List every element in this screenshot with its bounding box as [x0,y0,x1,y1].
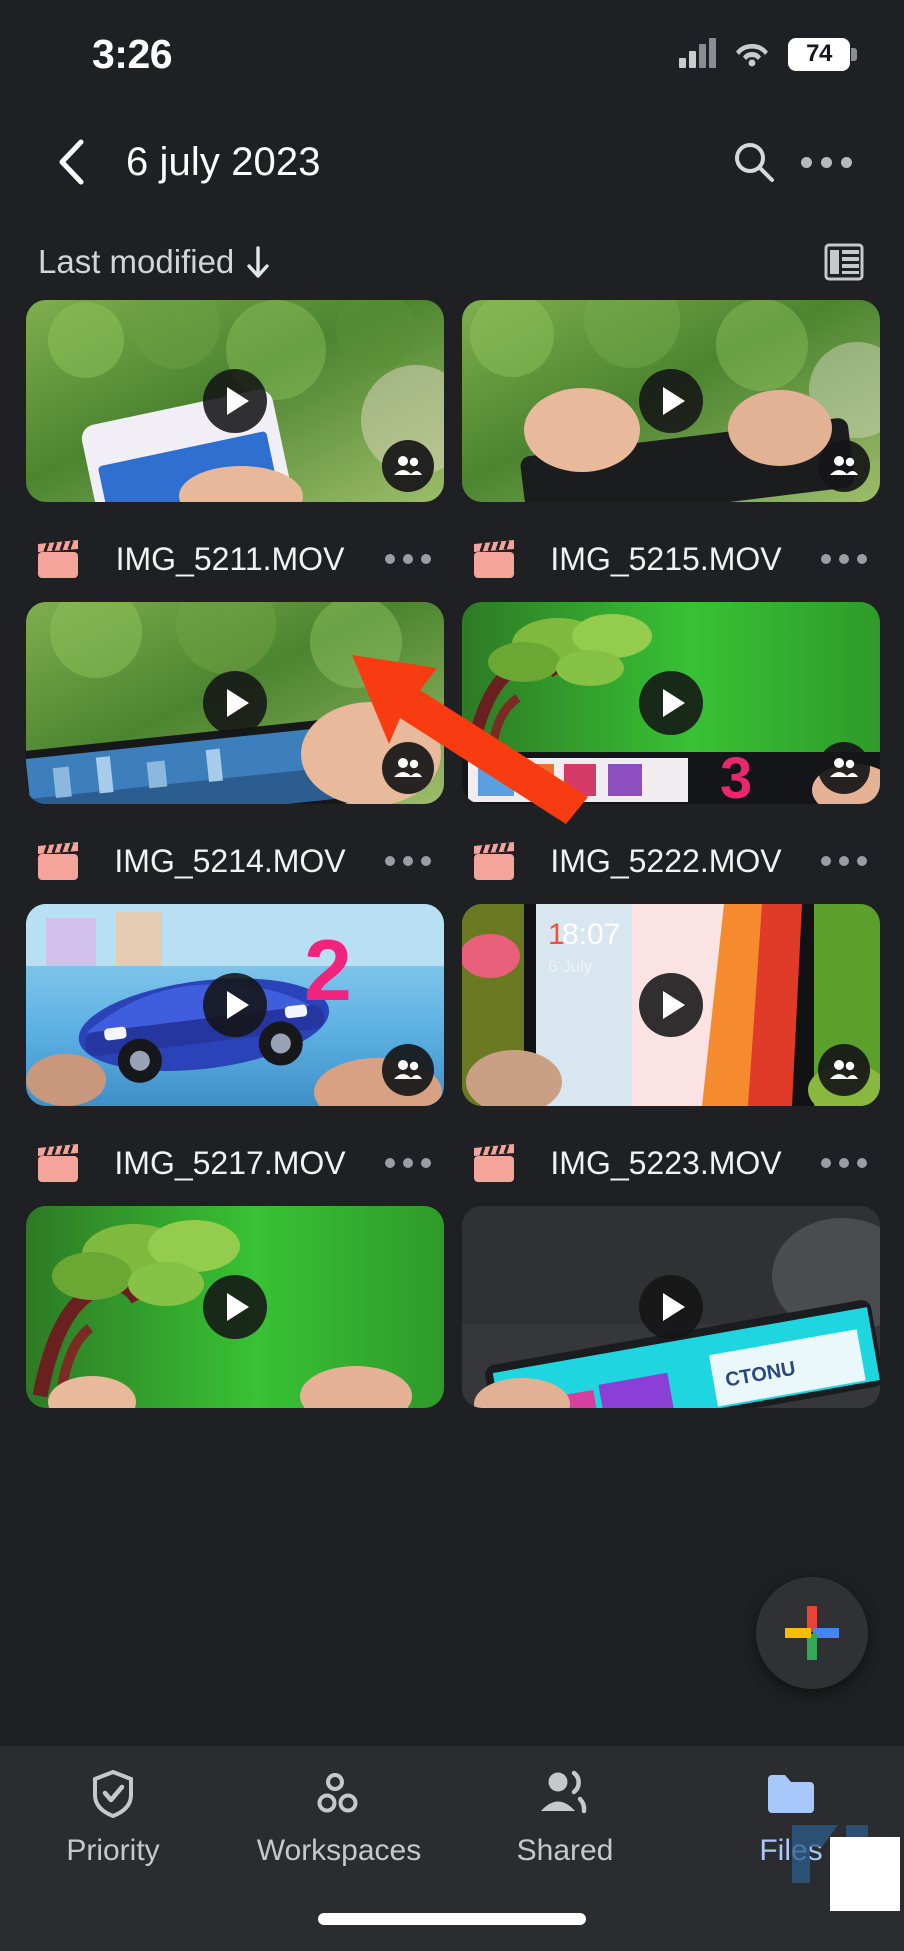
file-name: IMG_5222.MOV [550,842,782,879]
page-title: 6 july 2023 [126,139,321,184]
shared-people-icon [382,440,434,492]
file-card[interactable] [26,1206,444,1408]
status-bar: 3:26 74 [0,0,904,108]
grid-row-partial: CTONU [26,1206,880,1408]
play-icon[interactable] [203,1275,267,1339]
file-meta: IMG_5215.MOV [462,502,880,602]
svg-text:3: 3 [720,746,752,804]
battery-level: 74 [806,40,832,67]
sort-control[interactable]: Last modified [38,243,272,281]
shared-people-icon [818,440,870,492]
nav-item-workspaces[interactable]: Workspaces [226,1768,452,1868]
video-clapperboard-icon [468,840,520,882]
view-toggle-button[interactable] [824,243,864,281]
shared-people-icon [818,1044,870,1096]
video-clapperboard-icon [468,1142,520,1184]
file-card[interactable]: IMG_5214.MOV [26,602,444,904]
file-name: IMG_5214.MOV [114,842,346,879]
back-button[interactable] [40,131,102,193]
shared-people-icon [818,742,870,794]
google-plus-add-icon [785,1606,839,1660]
sort-label: Last modified [38,243,235,280]
file-name: IMG_5215.MOV [550,540,782,577]
search-icon [735,143,774,182]
file-thumbnail[interactable]: 3 [462,602,880,804]
play-icon[interactable] [203,973,267,1037]
file-meta: IMG_5222.MOV [462,804,880,904]
file-overflow-button[interactable] [812,856,876,866]
file-card[interactable]: 3 IMG_5222.MOV [462,602,880,904]
arrow-down-icon [244,245,272,279]
file-card[interactable]: 1 8:07 6 July IMG_5223.MOV [462,904,880,1206]
list-view-icon [824,243,864,281]
status-clock: 3:26 [92,30,173,77]
wifi-icon [735,41,769,67]
file-name: IMG_5223.MOV [550,1144,782,1181]
nav-item-shared[interactable]: Shared [452,1768,678,1868]
file-overflow-button[interactable] [376,554,440,564]
workspaces-icon [314,1768,364,1820]
file-name: IMG_5211.MOV [115,540,345,577]
video-clapperboard-icon [32,840,84,882]
file-meta: IMG_5217.MOV [26,1106,444,1206]
file-card[interactable]: CTONU [462,1206,880,1408]
create-new-button[interactable] [756,1577,868,1689]
shared-people-icon [538,1768,592,1820]
bottom-navigation: Priority Workspaces Shared Files [0,1746,904,1951]
cellular-signal-icon [679,38,716,68]
file-thumbnail[interactable]: 2 [26,904,444,1106]
appbar-overflow-button[interactable] [790,126,862,198]
file-card[interactable]: 2 IMG_5217.MOV [26,904,444,1206]
nav-label: Priority [66,1834,160,1867]
app-bar: 6 july 2023 [0,108,904,216]
video-clapperboard-icon [32,538,84,580]
svg-text:2: 2 [304,923,352,1019]
file-thumbnail[interactable]: CTONU [462,1206,880,1408]
search-button[interactable] [718,126,790,198]
play-icon[interactable] [639,369,703,433]
file-overflow-button[interactable] [812,1158,876,1168]
play-icon[interactable] [639,671,703,735]
file-grid: IMG_5211.MOV IMG_5215.MOV IMG_5214.MOV 3… [0,300,904,1951]
file-meta: IMG_5223.MOV [462,1106,880,1206]
file-thumbnail[interactable] [462,300,880,502]
shared-people-icon [382,1044,434,1096]
sort-bar: Last modified [0,216,904,308]
svg-text:8:07: 8:07 [562,918,620,951]
grid-row: IMG_5214.MOV 3 IMG_5222.MOV [26,602,880,904]
file-meta: IMG_5211.MOV [26,502,444,602]
file-overflow-button[interactable] [812,554,876,564]
status-icons: 74 [679,37,857,71]
nav-label: Workspaces [256,1834,422,1867]
nav-label: Shared [516,1834,614,1867]
home-indicator [318,1913,586,1925]
file-card[interactable]: IMG_5211.MOV [26,300,444,602]
nav-item-priority[interactable]: Priority [0,1768,226,1868]
svg-text:6 July: 6 July [548,957,593,976]
file-overflow-button[interactable] [376,1158,440,1168]
more-options-icon [800,156,852,168]
file-thumbnail[interactable] [26,1206,444,1408]
back-chevron-icon [59,139,84,185]
file-name: IMG_5217.MOV [114,1144,346,1181]
shared-people-icon [382,742,434,794]
play-icon[interactable] [203,671,267,735]
battery-icon: 74 [788,37,857,71]
grid-row: IMG_5211.MOV IMG_5215.MOV [26,300,880,602]
video-clapperboard-icon [32,1142,84,1184]
watermark-cover [830,1837,900,1911]
play-icon[interactable] [203,369,267,433]
play-icon[interactable] [639,973,703,1037]
priority-check-icon [90,1768,136,1820]
play-icon[interactable] [639,1275,703,1339]
file-thumbnail[interactable]: 1 8:07 6 July [462,904,880,1106]
file-thumbnail[interactable] [26,602,444,804]
file-card[interactable]: IMG_5215.MOV [462,300,880,602]
file-overflow-button[interactable] [376,856,440,866]
file-meta: IMG_5214.MOV [26,804,444,904]
phone-screen: 3:26 74 6 july 2023 Last modified IMG_52… [0,0,904,1951]
video-clapperboard-icon [468,538,520,580]
grid-row: 2 IMG_5217.MOV 1 8:07 6 July IMG_5223.MO… [26,904,880,1206]
file-thumbnail[interactable] [26,300,444,502]
